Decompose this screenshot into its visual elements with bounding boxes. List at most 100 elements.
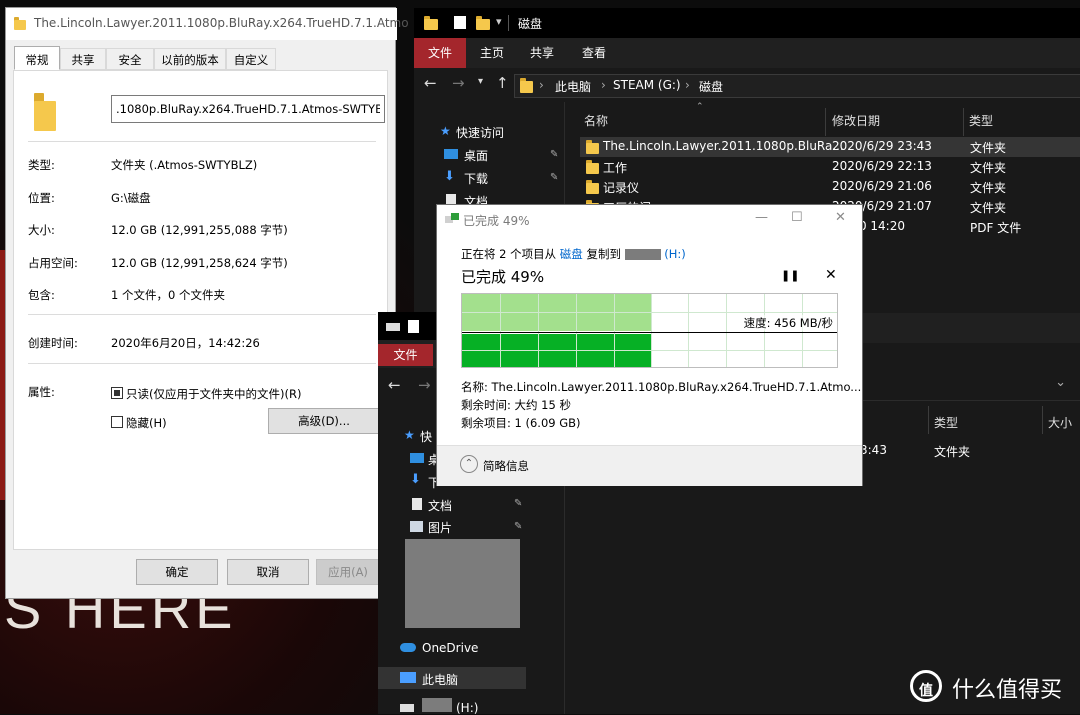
item-name: 名称: The.Lincoln.Lawyer.2011.1080p.BluRay… — [461, 380, 862, 394]
tab-sharing[interactable]: 共享 — [60, 48, 106, 70]
type-label: 类型: — [28, 158, 55, 172]
divider — [508, 15, 509, 31]
desktop-icon — [410, 453, 424, 463]
pause-button[interactable]: ❚❚ — [781, 269, 799, 282]
source-link[interactable]: 磁盘 — [560, 247, 583, 261]
column-header-type[interactable]: 类型 — [969, 112, 993, 134]
ok-button[interactable]: 确定 — [136, 559, 218, 585]
nav-downloads[interactable]: 下载 — [464, 170, 488, 187]
speed-label: 速度: 456 MB/秒 — [743, 315, 833, 331]
up-arrow-icon[interactable]: ↑ — [496, 74, 509, 92]
maximize-button[interactable]: ☐ — [791, 210, 803, 225]
file-date: 2020/6/29 22:13 — [832, 159, 932, 173]
type-value: 文件夹 (.Atmos-SWTYBLZ) — [111, 158, 258, 172]
speed-line — [462, 332, 837, 333]
properties-quick-icon[interactable] — [454, 16, 466, 29]
column-separator[interactable] — [825, 108, 826, 136]
ribbon-tab-home[interactable]: 主页 — [470, 38, 514, 68]
file-row[interactable]: The.Lincoln.Lawyer.2011.1080p.BluRa... 2… — [580, 137, 1080, 157]
column-separator[interactable] — [928, 406, 929, 434]
nav-this-pc[interactable]: 此电脑 — [422, 671, 458, 688]
folder-icon — [586, 140, 599, 154]
size-on-disk-label: 占用空间: — [28, 256, 78, 270]
nav-pictures[interactable]: 图片 — [428, 519, 452, 536]
location-value: G:\磁盘 — [111, 191, 151, 205]
file-type: 文件夹 — [970, 141, 1007, 155]
ribbon-tab-file[interactable]: 文件 — [378, 344, 433, 366]
drive-icon — [386, 323, 400, 331]
breadcrumb-steam-drive[interactable]: STEAM (G:) — [613, 78, 681, 92]
tab-previous-versions[interactable]: 以前的版本 — [154, 48, 226, 70]
copy-description: 正在将 2 个项目从 磁盘 复制到 (H:) — [461, 246, 686, 262]
close-button[interactable]: ✕ — [835, 210, 846, 225]
nav-documents[interactable]: 文档 — [428, 497, 452, 514]
contains-value: 1 个文件，0 个文件夹 — [111, 288, 225, 302]
quick-access-dropdown-icon[interactable]: ▾ — [496, 15, 502, 28]
nav-onedrive[interactable]: OneDrive — [422, 641, 478, 655]
destination-link[interactable]: (H:) — [664, 247, 686, 261]
column-header-type[interactable]: 类型 — [934, 414, 958, 436]
column-header-name[interactable]: 名称 — [584, 112, 608, 134]
column-header-date[interactable]: 修改日期 — [832, 112, 880, 134]
chevron-down-icon[interactable]: ⌄ — [1055, 375, 1066, 390]
back-arrow-icon[interactable]: ← — [388, 376, 401, 394]
chevron-up-icon[interactable]: ⌃ — [460, 455, 478, 473]
file-row[interactable]: 工作 2020/6/29 22:13 文件夹 — [580, 157, 1080, 177]
sort-indicator-icon: ⌃ — [696, 102, 704, 112]
nav-quick-access[interactable]: 快 — [420, 428, 432, 445]
pin-icon[interactable]: ✎ — [514, 521, 522, 532]
readonly-label[interactable]: 只读(仅应用于文件夹中的文件)(R) — [126, 386, 301, 402]
forward-arrow-icon[interactable]: → — [452, 74, 465, 92]
ribbon-tab-view[interactable]: 查看 — [572, 38, 616, 68]
cancel-button[interactable]: 取消 — [227, 559, 309, 585]
breadcrumb-disk[interactable]: 磁盘 — [699, 78, 723, 95]
nav-quick-access[interactable]: 快速访问 — [456, 124, 504, 141]
ribbon-tab-file[interactable]: 文件 — [414, 38, 466, 68]
readonly-checkbox[interactable] — [111, 387, 123, 399]
file-row[interactable]: 记录仪 2020/6/29 21:06 文件夹 — [580, 177, 1080, 197]
copy-icon — [445, 213, 459, 225]
breadcrumb-this-pc[interactable]: 此电脑 — [555, 78, 591, 95]
ribbon: 文件 主页 共享 查看 — [414, 38, 1080, 68]
folder-icon — [520, 78, 533, 93]
tab-security[interactable]: 安全 — [106, 48, 154, 70]
divider — [28, 363, 376, 364]
tab-strip: 常规 共享 安全 以前的版本 自定义 — [14, 46, 384, 70]
redacted-drive-name — [422, 698, 452, 712]
address-bar[interactable]: › 此电脑 › STEAM (G:) › 磁盘 — [514, 74, 1080, 98]
column-separator[interactable] — [963, 108, 964, 136]
hidden-checkbox[interactable] — [111, 416, 123, 428]
column-separator[interactable] — [1042, 406, 1043, 434]
properties-dialog: The.Lincoln.Lawyer.2011.1080p.BluRay.x26… — [5, 7, 409, 599]
pin-icon[interactable]: ✎ — [514, 498, 522, 509]
recent-locations-icon[interactable]: ▾ — [478, 76, 483, 87]
tab-general[interactable]: 常规 — [14, 46, 60, 70]
copy-mid: 复制到 — [586, 247, 621, 261]
folder-name-input[interactable] — [111, 95, 385, 123]
forward-arrow-icon[interactable]: → — [418, 376, 431, 394]
cancel-copy-button[interactable]: ✕ — [825, 267, 837, 283]
file-type: 文件夹 — [970, 161, 1007, 175]
attributes-label: 属性: — [28, 385, 55, 399]
file-name: The.Lincoln.Lawyer.2011.1080p.BluRa... — [603, 139, 844, 153]
minimize-button[interactable]: — — [755, 210, 768, 225]
progress-heading: 已完成 49% — [461, 268, 545, 286]
tab-customize[interactable]: 自定义 — [226, 48, 276, 70]
advanced-button[interactable]: 高级(D)... — [268, 408, 380, 434]
apply-button[interactable]: 应用(A) — [316, 559, 380, 585]
nav-desktop[interactable]: 桌面 — [464, 147, 488, 164]
properties-quick-icon[interactable] — [408, 320, 419, 333]
pin-icon[interactable]: ✎ — [550, 149, 558, 160]
breadcrumb-separator: › — [601, 78, 606, 92]
column-header-size[interactable]: 大小 — [1048, 414, 1072, 436]
pin-icon[interactable]: ✎ — [550, 172, 558, 183]
transfer-speed-graph: 速度: 456 MB/秒 — [461, 293, 838, 368]
fewer-details-button[interactable]: 简略信息 — [483, 458, 529, 474]
new-folder-quick-icon[interactable] — [476, 16, 490, 30]
file-type: PDF 文件 — [970, 221, 1022, 235]
created-label: 创建时间: — [28, 336, 78, 350]
ribbon-tab-share[interactable]: 共享 — [520, 38, 564, 68]
back-arrow-icon[interactable]: ← — [424, 74, 437, 92]
nav-drive-h[interactable]: (H:) — [456, 701, 478, 715]
hidden-label[interactable]: 隐藏(H) — [126, 415, 167, 431]
